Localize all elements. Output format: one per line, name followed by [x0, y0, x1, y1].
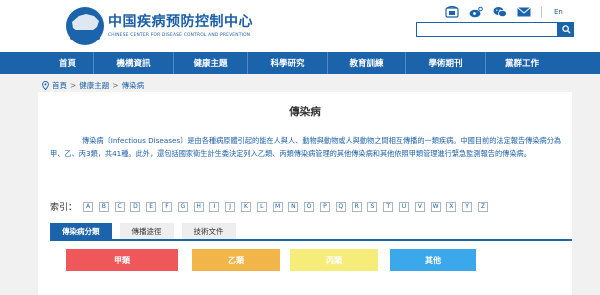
index-letter-k[interactable]: K [240, 201, 251, 212]
nav-item-party-work[interactable]: 黨群工作 [486, 52, 558, 74]
index-label: 索引： [50, 203, 78, 213]
mail-icon[interactable] [517, 6, 531, 18]
header-icons: En [445, 5, 563, 19]
index-letter-p[interactable]: P [319, 201, 330, 212]
tab-transmission-routes[interactable]: 傳播途徑 [119, 223, 174, 239]
index-letter-r[interactable]: R [351, 201, 362, 212]
index-letter-m[interactable]: M [272, 201, 283, 212]
index-letter-o[interactable]: O [304, 201, 315, 212]
index-letter-h[interactable]: H [193, 201, 204, 212]
index-letter-z[interactable]: Z [477, 201, 488, 212]
category-class-a-button[interactable]: 甲類 [66, 249, 178, 271]
category-buttons: 甲類 乙類 丙類 其他 [38, 249, 572, 271]
wechat-icon[interactable] [493, 6, 507, 18]
index-letter-b[interactable]: B [98, 201, 109, 212]
category-class-c-button[interactable]: 丙類 [290, 249, 378, 271]
nav-item-journals[interactable]: 學術期刊 [406, 52, 486, 74]
site-name-cn: 中国疾病预防控制中心 [108, 14, 253, 30]
location-pin-icon [42, 81, 49, 90]
category-class-b-button[interactable]: 乙類 [192, 249, 280, 271]
nav-item-institution[interactable]: 機構資訊 [94, 52, 174, 74]
main-nav: 首頁 機構資訊 健康主題 科學研究 教育訓練 學術期刊 黨群工作 [0, 52, 600, 74]
breadcrumb-separator: > [112, 81, 119, 90]
search-icon [561, 25, 571, 34]
index-letter-v[interactable]: V [414, 201, 425, 212]
breadcrumb-separator: > [70, 81, 77, 90]
index-letter-y[interactable]: Y [462, 201, 473, 212]
index-letter-u[interactable]: U [398, 201, 409, 212]
index-letter-w[interactable]: W [430, 201, 441, 212]
weibo-icon[interactable] [469, 6, 483, 18]
nav-item-health-topics[interactable]: 健康主題 [174, 52, 248, 74]
site-name-en: CHINESE CENTER FOR DISEASE CONTROL AND P… [108, 33, 251, 38]
cdc-logo-icon[interactable] [64, 5, 106, 47]
category-other-button[interactable]: 其他 [390, 249, 476, 271]
alphabet-index: 索引： A B C D E F G H I J K L M N O P Q R … [50, 200, 494, 213]
index-letter-t[interactable]: T [383, 201, 394, 212]
tab-technical-documents[interactable]: 技術文件 [181, 223, 236, 239]
index-letter-j[interactable]: J [225, 201, 236, 212]
breadcrumb-current: 傳染病 [121, 81, 145, 90]
page-title: 傳染病 [289, 106, 321, 118]
index-letter-n[interactable]: N [288, 201, 299, 212]
language-switch-link[interactable]: En [554, 8, 563, 16]
phone-icon[interactable] [445, 6, 459, 18]
category-tabs: 傳染病分類 傳播途徑 技術文件 [50, 223, 572, 241]
index-letter-e[interactable]: E [146, 201, 157, 212]
search-input[interactable] [417, 30, 557, 43]
breadcrumb-health-topics-link[interactable]: 健康主題 [79, 80, 109, 91]
nav-item-home[interactable]: 首頁 [42, 52, 94, 74]
index-letter-f[interactable]: F [162, 201, 172, 212]
content-panel: 傳染病 傳染病〔Infectious Diseases〕是由各種病原體引起的能在… [38, 92, 572, 295]
tab-disease-classification[interactable]: 傳染病分類 [50, 223, 112, 239]
index-letter-g[interactable]: G [177, 201, 188, 212]
search-box [416, 22, 558, 43]
nav-item-research[interactable]: 科學研究 [248, 52, 328, 74]
index-letter-l[interactable]: L [256, 201, 267, 212]
index-letter-c[interactable]: C [114, 201, 125, 212]
index-letter-i[interactable]: I [209, 201, 220, 212]
index-letter-q[interactable]: Q [335, 201, 346, 212]
site-header: 中国疾病预防控制中心 CHINESE CENTER FOR DISEASE CO… [0, 0, 600, 52]
intro-paragraph: 傳染病〔Infectious Diseases〕是由各種病原體引起的能在人與人、… [50, 136, 562, 158]
breadcrumb-home-link[interactable]: 首頁 [52, 80, 67, 91]
nav-item-education[interactable]: 教育訓練 [328, 52, 406, 74]
search-button[interactable] [558, 22, 574, 37]
index-letter-x[interactable]: X [446, 201, 457, 212]
index-letter-a[interactable]: A [83, 201, 94, 212]
index-letter-s[interactable]: S [367, 201, 378, 212]
header-divider [541, 7, 542, 17]
breadcrumb: 首頁 > 健康主題 > 傳染病 [42, 80, 144, 91]
index-letter-d[interactable]: D [130, 201, 141, 212]
